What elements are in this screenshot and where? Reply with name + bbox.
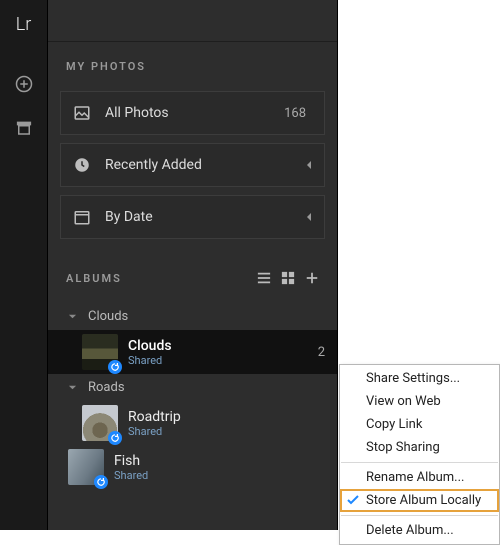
- album-item[interactable]: Roadtrip Shared: [48, 401, 337, 445]
- ctx-rename-album[interactable]: Rename Album...: [340, 466, 499, 489]
- album-item[interactable]: Clouds Shared 2: [48, 330, 337, 374]
- caret-left-icon: [304, 212, 314, 222]
- ctx-stop-sharing[interactable]: Stop Sharing: [340, 436, 499, 459]
- my-photos-label: MY PHOTOS: [66, 60, 146, 73]
- album-sub: Shared: [128, 354, 318, 367]
- album-name: Clouds: [128, 338, 318, 354]
- ctx-view-on-web[interactable]: View on Web: [340, 390, 499, 413]
- all-photos-count: 168: [284, 106, 306, 121]
- sync-badge-icon: [94, 475, 108, 489]
- archive-button[interactable]: [8, 112, 40, 144]
- view-grid-icon[interactable]: [281, 271, 295, 285]
- add-button[interactable]: [8, 68, 40, 100]
- ctx-delete-album[interactable]: Delete Album...: [340, 519, 499, 542]
- clock-icon: [73, 156, 91, 174]
- sync-badge-icon: [108, 360, 122, 374]
- album-name: Roadtrip: [128, 409, 329, 425]
- view-list-icon[interactable]: [257, 271, 271, 285]
- my-photos-header: MY PHOTOS: [48, 42, 337, 87]
- app-logo: Lr: [16, 6, 32, 42]
- albums-header: ALBUMS: [48, 253, 337, 299]
- album-thumbnail: [82, 405, 118, 441]
- album-folder[interactable]: Roads: [48, 374, 337, 401]
- album-sub: Shared: [128, 425, 329, 438]
- photo-icon: [73, 104, 91, 122]
- all-photos-row[interactable]: All Photos 168: [60, 91, 325, 135]
- album-folder[interactable]: Clouds: [48, 303, 337, 330]
- albums-view-tools: [257, 271, 319, 285]
- by-date-row[interactable]: By Date: [60, 195, 325, 239]
- albums-body: Clouds Clouds Shared 2 Roads: [48, 299, 337, 489]
- checkmark-icon: [346, 493, 360, 507]
- left-rail: Lr: [0, 0, 48, 530]
- caret-left-icon: [304, 160, 314, 170]
- ctx-store-album-locally-label: Store Album Locally: [366, 493, 481, 508]
- albums-label: ALBUMS: [66, 272, 122, 285]
- album-name: Fish: [114, 453, 329, 469]
- by-date-label: By Date: [105, 209, 304, 225]
- ctx-store-album-locally[interactable]: Store Album Locally: [340, 489, 499, 512]
- album-sub: Shared: [114, 469, 329, 482]
- ctx-copy-link[interactable]: Copy Link: [340, 413, 499, 436]
- sync-badge-icon: [108, 431, 122, 445]
- folder-name: Roads: [88, 380, 125, 395]
- disclosure-down-icon: [68, 383, 78, 393]
- library-panel: MY PHOTOS All Photos 168 Recently Added …: [48, 0, 338, 530]
- album-thumbnail: [82, 334, 118, 370]
- calendar-icon: [73, 208, 91, 226]
- recently-added-row[interactable]: Recently Added: [60, 143, 325, 187]
- album-context-menu: Share Settings... View on Web Copy Link …: [339, 364, 500, 545]
- ctx-separator: [341, 462, 498, 463]
- disclosure-down-icon: [68, 312, 78, 322]
- ctx-share-settings[interactable]: Share Settings...: [340, 367, 499, 390]
- album-item[interactable]: Fish Shared: [48, 445, 337, 489]
- panel-top-gap: [48, 0, 337, 42]
- ctx-separator: [341, 515, 498, 516]
- album-thumbnail: [68, 449, 104, 485]
- recently-added-label: Recently Added: [105, 157, 304, 173]
- album-count: 2: [318, 345, 329, 360]
- folder-name: Clouds: [88, 309, 128, 324]
- add-album-icon[interactable]: [305, 271, 319, 285]
- all-photos-label: All Photos: [105, 105, 284, 121]
